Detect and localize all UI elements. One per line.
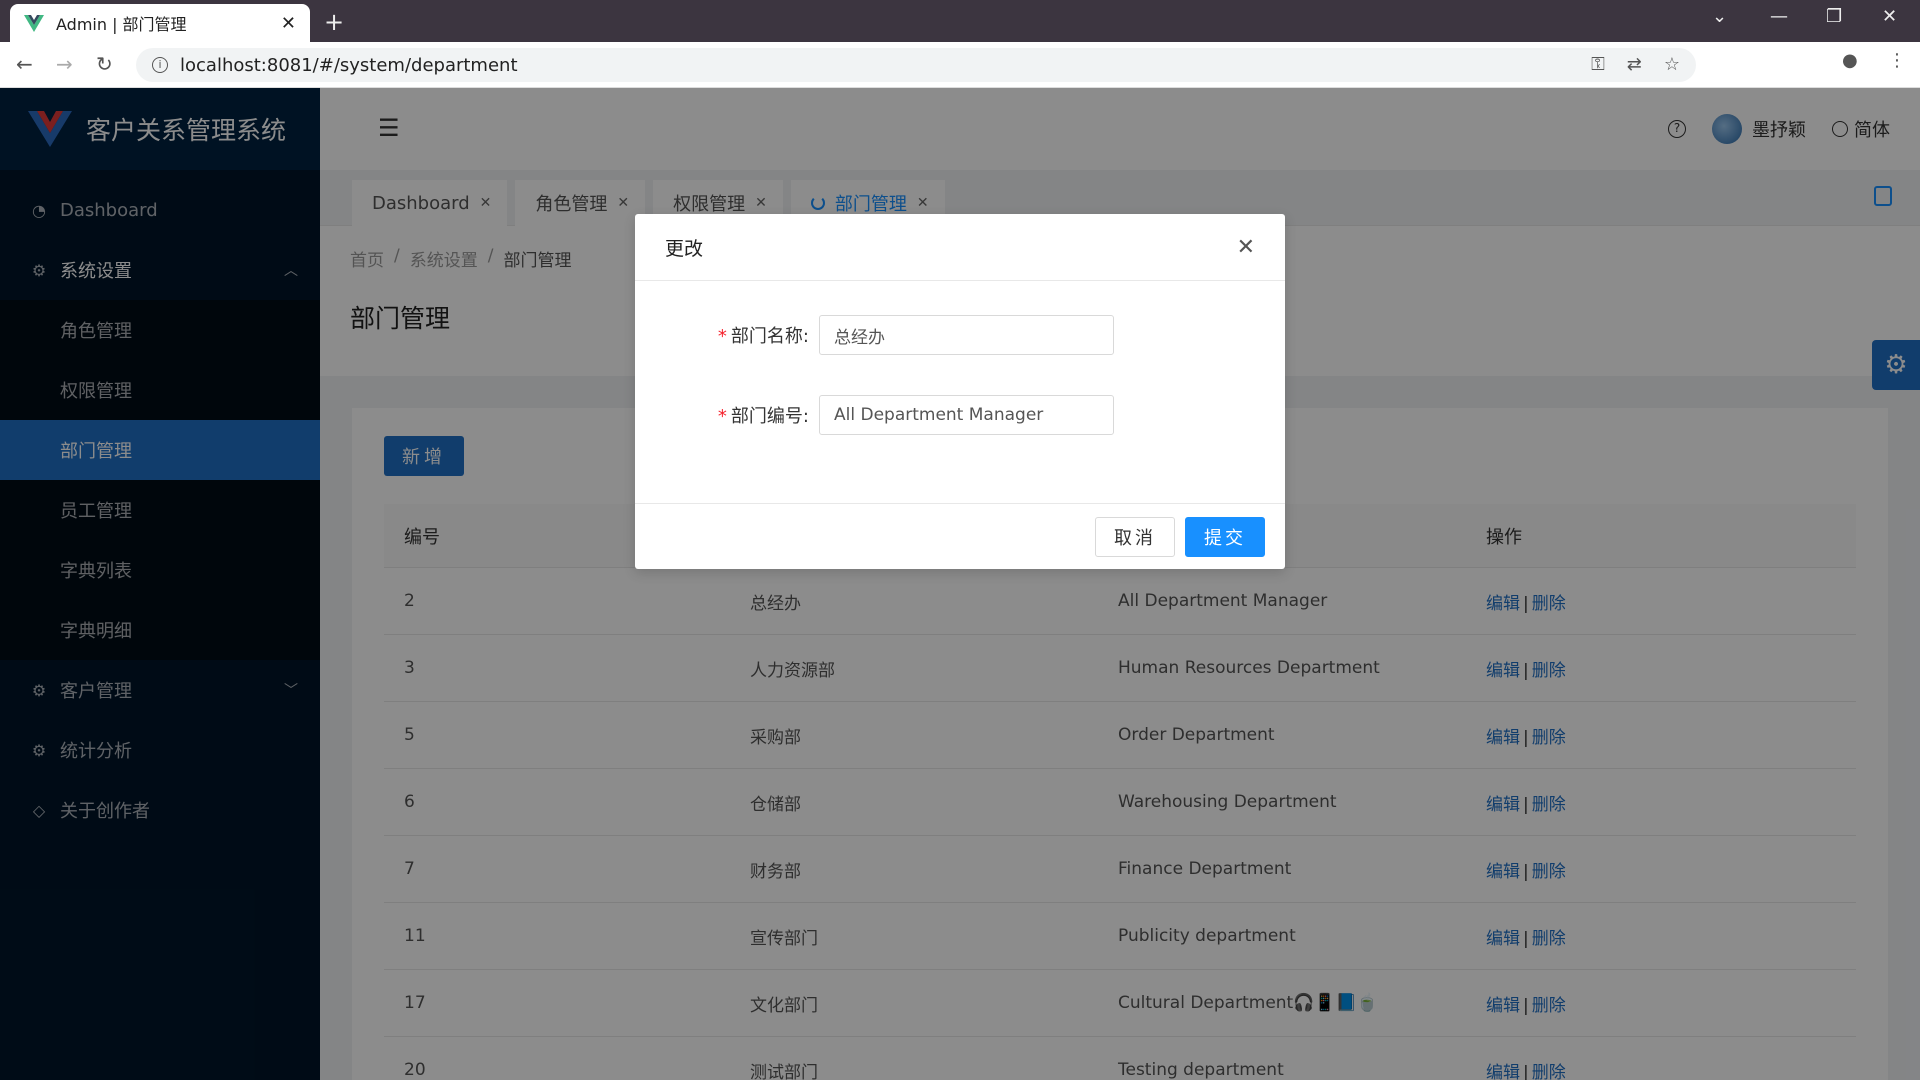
close-tab-icon[interactable]: ✕ xyxy=(281,13,296,34)
reload-icon[interactable]: ↻ xyxy=(96,52,113,76)
modal-footer: 取消 提交 xyxy=(635,503,1285,569)
site-info-icon[interactable]: i xyxy=(152,57,168,73)
edit-modal: 更改 ✕ *部门名称: *部门编号: 取消 提交 xyxy=(635,214,1285,569)
field-label-name: * 部门名称: xyxy=(665,322,819,348)
modal-header: 更改 ✕ xyxy=(635,214,1285,281)
close-window-icon[interactable]: ✕ xyxy=(1882,6,1897,27)
field-label-sn: * 部门编号: xyxy=(665,402,819,428)
url-field[interactable]: i localhost:8081/#/system/department ⚿ ⇄… xyxy=(136,48,1696,82)
browser-tabstrip: Admin | 部门管理 ✕ + ⌄ — ❐ ✕ xyxy=(0,0,1920,42)
menu-kebab-icon[interactable]: ⋮ xyxy=(1888,50,1906,71)
new-tab-icon[interactable]: + xyxy=(324,8,344,36)
back-icon[interactable]: ← xyxy=(16,52,33,76)
cancel-button[interactable]: 取消 xyxy=(1095,516,1175,557)
forward-icon[interactable]: → xyxy=(56,52,73,76)
account-icon[interactable]: ● xyxy=(1842,50,1858,71)
vue-logo-icon xyxy=(24,15,44,32)
field-label-text: 部门名称: xyxy=(730,326,809,347)
restore-icon[interactable]: ❐ xyxy=(1826,6,1842,27)
form-row-name: * 部门名称: xyxy=(665,315,1255,355)
browser-tab-title: Admin | 部门管理 xyxy=(56,15,187,34)
submit-button[interactable]: 提交 xyxy=(1185,516,1265,557)
field-label-text: 部门编号: xyxy=(730,406,809,427)
modal-title: 更改 xyxy=(665,237,704,260)
star-icon[interactable]: ☆ xyxy=(1664,54,1680,75)
close-icon[interactable]: ✕ xyxy=(1237,235,1255,260)
required-mark: * xyxy=(717,406,727,427)
address-bar: ← → ↻ i localhost:8081/#/system/departme… xyxy=(0,42,1920,88)
browser-tab[interactable]: Admin | 部门管理 ✕ xyxy=(10,4,310,42)
url-text: localhost:8081/#/system/department xyxy=(180,54,518,76)
minimize-icon[interactable]: — xyxy=(1770,6,1788,27)
translate-icon[interactable]: ⇄ xyxy=(1627,54,1642,75)
department-sn-input[interactable] xyxy=(819,395,1114,435)
department-name-input[interactable] xyxy=(819,315,1114,355)
key-icon[interactable]: ⚿ xyxy=(1591,54,1605,75)
profile-dropdown-icon[interactable]: ⌄ xyxy=(1712,6,1727,27)
form-row-sn: * 部门编号: xyxy=(665,395,1255,435)
required-mark: * xyxy=(717,326,727,347)
modal-body: *部门名称: *部门编号: xyxy=(635,281,1285,503)
